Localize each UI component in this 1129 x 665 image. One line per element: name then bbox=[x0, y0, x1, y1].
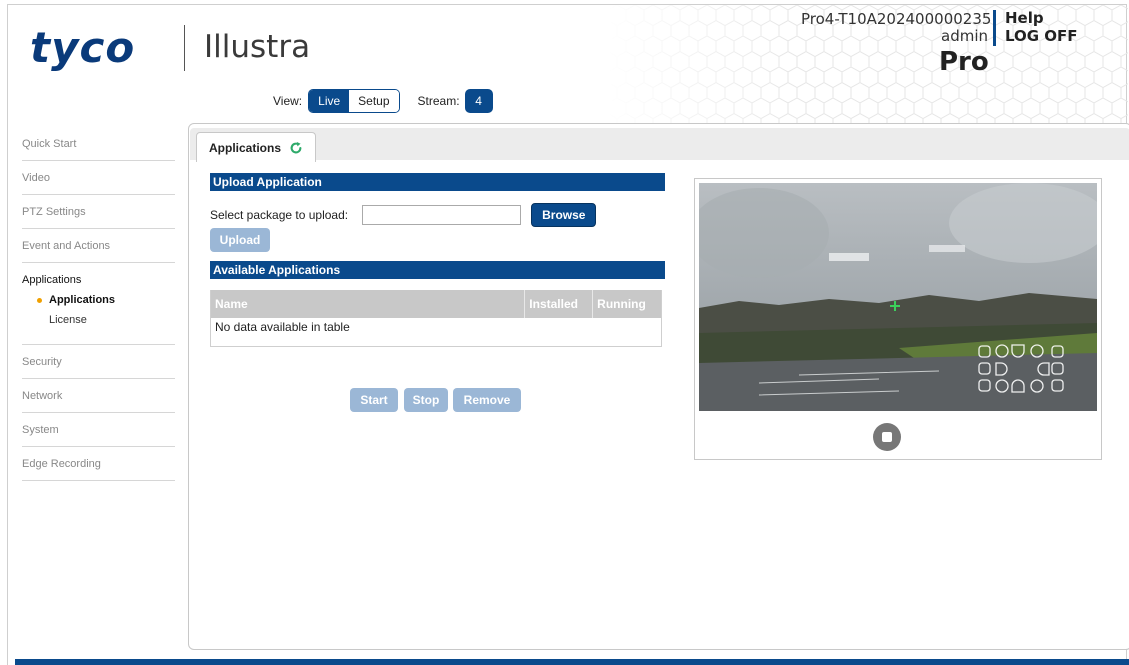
sidebar-subitem-applications[interactable]: Applications bbox=[22, 294, 175, 314]
sidebar-group-applications: Applications Applications License bbox=[22, 263, 175, 345]
stop-stream-button[interactable] bbox=[873, 423, 901, 451]
start-button[interactable]: Start bbox=[350, 388, 398, 412]
upload-section-title: Upload Application bbox=[210, 173, 665, 191]
header-divider bbox=[993, 10, 996, 46]
live-button[interactable]: Live bbox=[309, 90, 350, 112]
setup-button[interactable]: Setup bbox=[349, 90, 399, 112]
view-label: View: bbox=[273, 94, 303, 108]
column-running[interactable]: Running bbox=[593, 290, 661, 318]
illustra-logo: Illustra bbox=[204, 29, 311, 65]
sidebar-item-video[interactable]: Video bbox=[22, 161, 175, 195]
live-video-panel bbox=[694, 178, 1102, 460]
stop-button[interactable]: Stop bbox=[404, 388, 448, 412]
product-name: Pro bbox=[939, 47, 989, 77]
sidebar-item-event-and-actions[interactable]: Event and Actions bbox=[22, 229, 175, 263]
applications-table: Name Installed Running No data available… bbox=[210, 290, 662, 347]
tab-applications[interactable]: Applications bbox=[196, 132, 317, 162]
sidebar-item-edge-recording[interactable]: Edge Recording bbox=[22, 447, 175, 481]
sidebar-subitem-license[interactable]: License bbox=[22, 314, 175, 334]
footer-bar bbox=[15, 659, 1129, 665]
select-package-label: Select package to upload: bbox=[210, 208, 349, 222]
sidebar-item-quick-start[interactable]: Quick Start bbox=[22, 127, 175, 161]
table-empty-message: No data available in table bbox=[215, 320, 350, 334]
stream-label: Stream: bbox=[417, 94, 460, 108]
tab-strip: Applications bbox=[190, 128, 1129, 162]
logoff-link[interactable]: LOG OFF bbox=[1005, 27, 1078, 45]
tab-label: Applications bbox=[209, 140, 282, 155]
column-name[interactable]: Name bbox=[211, 290, 526, 318]
view-toggle: Live Setup bbox=[308, 89, 400, 113]
tyco-logo: tyco bbox=[30, 23, 136, 72]
sidebar-item-system[interactable]: System bbox=[22, 413, 175, 447]
sidebar-item-security[interactable]: Security bbox=[22, 345, 175, 379]
current-user: admin bbox=[941, 27, 988, 45]
column-installed[interactable]: Installed bbox=[525, 290, 594, 318]
sidebar: Quick Start Video PTZ Settings Event and… bbox=[22, 127, 175, 481]
device-name: Pro4-T10A202400000235 bbox=[801, 10, 992, 28]
upload-row: Select package to upload: Browse bbox=[210, 203, 597, 227]
camera-image bbox=[699, 183, 1097, 411]
video-stream[interactable] bbox=[699, 183, 1097, 411]
table-header: Name Installed Running bbox=[211, 290, 661, 318]
main-panel: Applications Upload Application Select p… bbox=[188, 123, 1129, 650]
help-link[interactable]: Help bbox=[1005, 9, 1044, 27]
remove-button[interactable]: Remove bbox=[453, 388, 521, 412]
browse-button[interactable]: Browse bbox=[531, 203, 597, 227]
package-file-input[interactable] bbox=[362, 205, 522, 225]
logo-divider bbox=[184, 25, 185, 71]
view-toolbar: View: Live Setup Stream: 4 bbox=[273, 89, 493, 113]
refresh-icon[interactable] bbox=[289, 141, 303, 155]
sidebar-item-ptz-settings[interactable]: PTZ Settings bbox=[22, 195, 175, 229]
stream-button[interactable]: 4 bbox=[464, 89, 493, 113]
upload-button[interactable]: Upload bbox=[210, 228, 270, 252]
sidebar-item-applications[interactable]: Applications bbox=[22, 274, 175, 286]
app-window: tyco Illustra Pro4-T10A202400000235 admi… bbox=[7, 4, 1129, 665]
sidebar-item-network[interactable]: Network bbox=[22, 379, 175, 413]
available-section-title: Available Applications bbox=[210, 261, 665, 279]
header: tyco Illustra Pro4-T10A202400000235 admi… bbox=[8, 5, 1128, 123]
